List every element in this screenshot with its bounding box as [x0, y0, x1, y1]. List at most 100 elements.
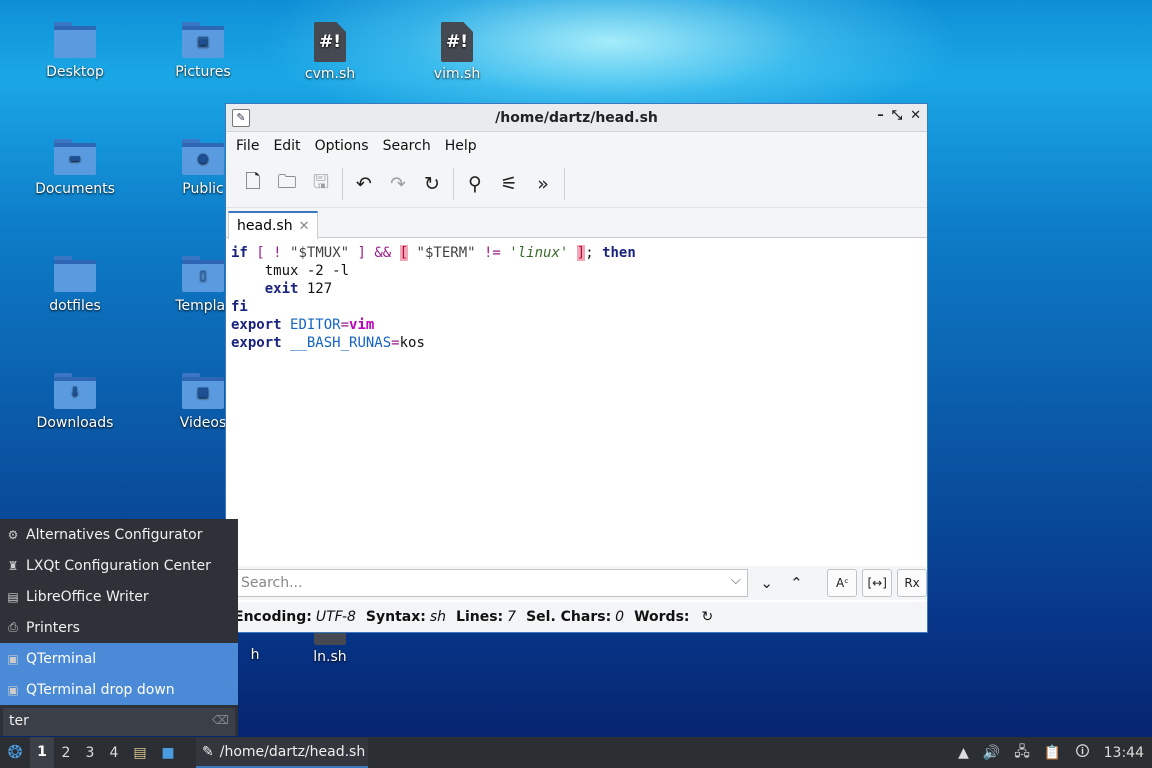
- menu-file[interactable]: File: [230, 138, 265, 154]
- desktop-icon-documents[interactable]: ▬ Documents: [25, 139, 125, 197]
- refresh-count-icon[interactable]: ↻: [702, 609, 714, 625]
- menu-item-alternatives-configurator[interactable]: ⚙ Alternatives Configurator: [0, 519, 238, 550]
- desktop-icon-cvm-sh[interactable]: #! cvm.sh: [280, 22, 380, 82]
- menu-item-qterminal[interactable]: ▣ QTerminal: [0, 643, 238, 674]
- workspace-3[interactable]: 3: [78, 745, 102, 761]
- code-token: "$TERM": [416, 245, 476, 261]
- code-token: EDITOR: [290, 317, 341, 333]
- code-token: -2 -l: [306, 263, 350, 279]
- volume-icon[interactable]: 🔊: [983, 745, 1000, 761]
- network-icon[interactable]: 🖧: [1014, 741, 1030, 765]
- tab-close-icon[interactable]: ✕: [299, 219, 310, 234]
- menu-item-qterminal-drop-down[interactable]: ▣ QTerminal drop down: [0, 674, 238, 705]
- system-tray: ▲ 🔊 🖧 📋 🛈 13:44: [958, 737, 1144, 768]
- tab-label: head.sh: [237, 218, 293, 234]
- code-token: fi: [231, 299, 248, 315]
- find-next-icon[interactable]: ⌄: [752, 568, 782, 598]
- status-syntax-label: Syntax:: [365, 609, 426, 625]
- status-encoding-label: Encoding:: [234, 609, 312, 625]
- workspace-4[interactable]: 4: [102, 745, 126, 761]
- code-editor[interactable]: if [ ! "$TMUX" ] && [ "$TERM" != 'linux'…: [226, 238, 927, 561]
- find-icon[interactable]: ⚲: [458, 167, 492, 201]
- undo-icon[interactable]: ↶: [347, 167, 381, 201]
- menu-item-label: Alternatives Configurator: [26, 526, 203, 543]
- close-icon[interactable]: ✕: [910, 108, 921, 123]
- menu-search-text: ter: [9, 713, 29, 729]
- code-token: &&: [374, 245, 392, 261]
- menu-item-printers[interactable]: ⎙ Printers: [0, 612, 238, 643]
- maximize-icon[interactable]: ⤡: [892, 108, 902, 123]
- search-input[interactable]: Search... ⌵: [234, 569, 748, 597]
- menu-edit[interactable]: Edit: [267, 138, 306, 154]
- clipboard-icon[interactable]: 📋: [1044, 745, 1061, 761]
- code-token: =: [391, 335, 400, 351]
- menu-item-lxqt-configuration-center[interactable]: ♜ LXQt Configuration Center: [0, 550, 238, 581]
- show-desktop-icon[interactable]: ■: [154, 745, 182, 761]
- minimize-icon[interactable]: –: [877, 108, 884, 123]
- menu-item-libreoffice-writer[interactable]: ▤ LibreOffice Writer: [0, 581, 238, 612]
- start-menu: ⚙ Alternatives Configurator ♜ LXQt Configur…: [0, 519, 238, 736]
- desktop-icon-desktop[interactable]: Desktop: [25, 22, 125, 80]
- tray-arrow-icon[interactable]: ▲: [958, 745, 969, 761]
- toolbar-separator: [342, 167, 343, 200]
- code-token: !=: [484, 245, 501, 261]
- workspace-1[interactable]: 1: [30, 737, 54, 768]
- file-manager-icon[interactable]: ▤: [126, 745, 154, 761]
- code-token: export: [231, 335, 282, 351]
- menu-item-label: QTerminal: [26, 650, 97, 667]
- tab-head-sh[interactable]: head.sh ✕: [228, 211, 319, 239]
- notification-icon[interactable]: 🛈: [1075, 741, 1089, 765]
- title-bar[interactable]: ✎ /home/dartz/head.sh – ⤡ ✕: [226, 104, 927, 132]
- status-words-label: Words:: [634, 609, 690, 625]
- code-token: then: [602, 245, 636, 261]
- menu-options[interactable]: Options: [309, 138, 375, 154]
- menu-search[interactable]: Search: [377, 138, 437, 154]
- script-file-icon: #!: [314, 22, 346, 62]
- new-file-icon[interactable]: 🗋: [236, 167, 270, 201]
- desktop-icon-label: ln.sh: [313, 649, 347, 665]
- folder-icon: ▣: [182, 22, 224, 58]
- menu-search-input[interactable]: ter ⌫: [3, 708, 235, 736]
- clear-icon[interactable]: ⌫: [212, 713, 229, 727]
- status-lines-label: Lines:: [456, 609, 504, 625]
- redo-icon[interactable]: ↷: [381, 167, 415, 201]
- save-icon[interactable]: 🖫: [304, 167, 338, 201]
- desktop-icon-label: dotfiles: [49, 298, 101, 314]
- desktop-icon-label: Documents: [35, 181, 115, 197]
- desktop-icon-label: cvm.sh: [304, 66, 356, 82]
- match-case-button[interactable]: Aᶜ: [827, 569, 858, 597]
- open-folder-icon[interactable]: 🗀: [270, 167, 304, 201]
- whole-word-button[interactable]: [↔]: [862, 569, 893, 597]
- script-file-icon: #!: [441, 22, 473, 62]
- task-editor[interactable]: ✎ /home/dartz/head.sh: [196, 737, 368, 768]
- desktop-icon-downloads[interactable]: ⬇ Downloads: [25, 373, 125, 431]
- menu-help[interactable]: Help: [439, 138, 483, 154]
- editor-window[interactable]: ✎ /home/dartz/head.sh – ⤡ ✕ File Edit Op…: [225, 103, 928, 633]
- status-encoding: UTF-8: [315, 609, 356, 625]
- code-token: 'linux': [509, 245, 569, 261]
- more-icon[interactable]: »: [526, 167, 560, 201]
- find-prev-icon[interactable]: ⌃: [782, 568, 812, 598]
- menu-item-label: LXQt Configuration Center: [26, 557, 211, 574]
- desktop-icon-dotfiles[interactable]: dotfiles: [25, 256, 125, 314]
- status-sel-label: Sel. Chars:: [526, 609, 612, 625]
- reload-icon[interactable]: ↻: [415, 167, 449, 201]
- toolbar-separator: [564, 167, 565, 200]
- code-token: !: [273, 245, 282, 261]
- code-token: =: [340, 317, 350, 333]
- menu-item-label: Printers: [26, 619, 80, 636]
- status-bar: Encoding: UTF-8 Syntax: sh Lines: 7 Sel. Ch…: [226, 602, 927, 632]
- desktop-icon-vim-sh[interactable]: #! vim.sh: [407, 22, 507, 82]
- code-token: ]: [357, 245, 366, 261]
- folder-icon: ●: [182, 139, 224, 175]
- workspace-2[interactable]: 2: [54, 745, 78, 761]
- desktop-icon-pictures[interactable]: ▣ Pictures: [153, 22, 253, 80]
- code-token: [: [399, 245, 409, 261]
- window-title: /home/dartz/head.sh: [495, 109, 658, 126]
- status-syntax: sh: [429, 609, 447, 625]
- lxqt-menu-icon[interactable]: ❂: [0, 742, 30, 763]
- regex-button[interactable]: Rx: [897, 569, 928, 597]
- replace-icon[interactable]: ⚟: [492, 167, 526, 201]
- chevron-down-icon[interactable]: ⌵: [731, 573, 741, 588]
- code-token: ;: [585, 245, 594, 261]
